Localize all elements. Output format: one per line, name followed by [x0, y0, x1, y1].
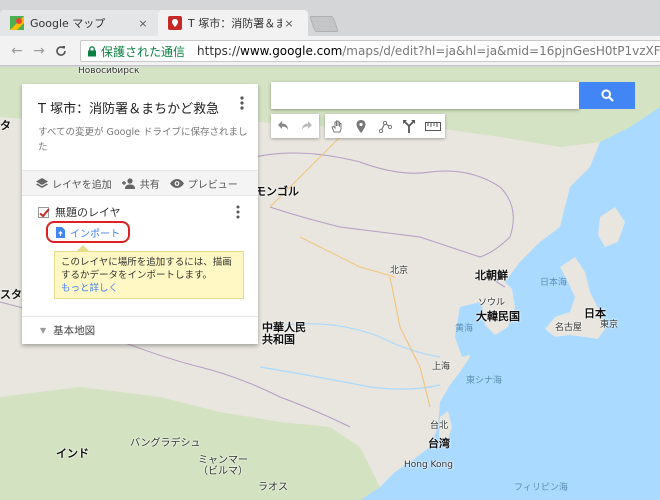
map-label-shanghai: 上海 [432, 362, 451, 372]
layer-name[interactable]: 無題のレイヤ [55, 204, 121, 220]
map-label-east-china-sea: 東シナ海 [466, 376, 503, 386]
map-label-mongolia: モンゴル [255, 185, 299, 198]
secure-label: 保護された通信 [101, 44, 186, 59]
tab-title: T 塚市：消防署＆まちかと [188, 17, 282, 30]
pan-hand-button[interactable] [325, 114, 349, 138]
map-options-menu-icon[interactable] [240, 96, 244, 110]
reload-button[interactable] [50, 40, 72, 62]
lock-icon [88, 45, 96, 56]
share-label: 共有 [139, 179, 160, 191]
undo-button[interactable] [271, 114, 295, 138]
undo-redo-group [271, 114, 319, 138]
layer-options-menu-icon[interactable] [236, 205, 240, 223]
redo-button[interactable] [295, 114, 319, 138]
marker-icon [356, 119, 366, 133]
tab-strip: Google マップ × T 塚市：消防署＆まちかと × [0, 0, 660, 36]
map-search-input[interactable] [271, 82, 579, 109]
base-map-section[interactable]: ▼ 基本地図 [22, 316, 258, 344]
save-status-text: すべての変更が Google ドライブに保存されました [38, 127, 248, 153]
import-label: インポート [70, 228, 120, 240]
map-label-tokyo: 東京 [600, 320, 619, 330]
draw-line-button[interactable] [373, 114, 397, 138]
import-button[interactable]: インポート [46, 221, 130, 243]
url-path: /maps/d/edit?hl=ja&hl=ja&mid=16pjnGesH0t… [342, 44, 660, 58]
forward-button[interactable]: → [28, 40, 50, 62]
directions-button[interactable] [397, 114, 421, 138]
my-maps-panel: T 塚市：消防署＆まちかど救急 すべての変更が Google ドライブに保存され… [22, 84, 258, 344]
map-label-beijing: 北京 [390, 266, 409, 276]
layer-row[interactable]: 無題のレイヤ [38, 204, 121, 220]
map-label-china: 中華人民 共和国 [262, 321, 306, 346]
tab-google-maps[interactable]: Google マップ × [0, 10, 162, 36]
directions-icon [403, 119, 415, 133]
learn-more-link[interactable]: もっと詳しく [61, 283, 118, 294]
search-button[interactable] [579, 82, 635, 109]
url-domain: www.google.com [240, 44, 343, 58]
url-prefix: https:// [197, 44, 241, 58]
panel-actions-bar: レイヤを追加 共有 プレビュー [22, 170, 258, 196]
google-maps-favicon-icon [10, 16, 24, 30]
secure-indicator[interactable]: 保護された通信 [87, 43, 185, 60]
back-button[interactable]: ← [6, 40, 28, 62]
preview-button[interactable]: プレビュー [169, 176, 238, 191]
tab-close-icon[interactable]: × [282, 17, 296, 30]
map-label-bangladesh: バングラデシュ [130, 438, 201, 449]
map-label-dprk: 北朝鮮 [475, 269, 508, 282]
ruler-icon [425, 121, 441, 131]
share-button[interactable]: 共有 [121, 176, 160, 191]
measure-button[interactable] [421, 114, 445, 138]
drawing-tools-group [325, 114, 445, 138]
add-layer-label: レイヤを追加 [52, 179, 112, 191]
layer-visibility-checkbox[interactable] [38, 206, 49, 218]
reload-icon [56, 45, 66, 56]
map-label-nagoya: 名古屋 [555, 323, 583, 333]
map-label-rok: 大韓民国 [476, 310, 520, 323]
layers-icon [36, 177, 48, 188]
tab-close-icon[interactable]: × [136, 17, 150, 30]
draw-line-icon [378, 120, 392, 133]
map-toolbar [271, 114, 451, 138]
map-label-novosibirsk: Новосибирск [78, 67, 140, 76]
browser-toolbar: ← → 保護された通信 https://www.google.com/maps/… [0, 36, 660, 66]
map-label-taipei: 台北 [430, 421, 449, 431]
base-map-label: 基本地図 [53, 325, 96, 337]
map-label-japan-sea: 日本海 [540, 278, 568, 288]
map-label-kazakhstan-partial: タ [0, 119, 11, 132]
tab-my-maps[interactable]: T 塚市：消防署＆まちかと × [158, 10, 308, 36]
preview-label: プレビュー [187, 179, 238, 191]
search-icon [600, 89, 614, 102]
redo-icon [302, 121, 312, 130]
add-marker-button[interactable] [349, 114, 373, 138]
map-label-hong-kong: Hong Kong [404, 460, 453, 470]
map-label-yellow-sea: 黄海 [455, 324, 474, 334]
tab-title: Google マップ [30, 17, 106, 30]
import-tooltip: このレイヤに場所を追加するには、描画するかデータをインポートします。 もっと詳し… [54, 245, 244, 299]
chevron-down-icon[interactable]: ▼ [40, 326, 46, 335]
hand-icon [331, 120, 342, 132]
map-label-myanmar: ミャンマー （ビルマ） [198, 455, 248, 477]
url-text: https://www.google.com/maps/d/edit?hl=ja… [197, 44, 660, 58]
map-label-pakistan-partial: スタ [0, 288, 22, 301]
undo-icon [278, 121, 288, 130]
map-title[interactable]: T 塚市：消防署＆まちかど救急 [38, 98, 219, 117]
address-bar[interactable]: 保護された通信 https://www.google.com/maps/d/ed… [80, 40, 660, 62]
map-label-philippine-sea: フィリピン海 [514, 483, 568, 493]
tooltip-text: このレイヤに場所を追加するには、描画するかデータをインポートします。 [61, 257, 232, 281]
add-person-icon [121, 177, 135, 189]
map-label-taiwan: 台湾 [428, 437, 450, 450]
my-maps-favicon-icon [168, 16, 182, 30]
map-label-seoul: ソウル [478, 298, 506, 308]
map-label-laos: ラオス [258, 482, 288, 493]
add-layer-button[interactable]: レイヤを追加 [36, 176, 112, 191]
map-label-india: インド [56, 447, 89, 460]
new-tab-button[interactable] [309, 16, 339, 32]
file-upload-icon [56, 226, 65, 238]
eye-icon [169, 178, 184, 188]
